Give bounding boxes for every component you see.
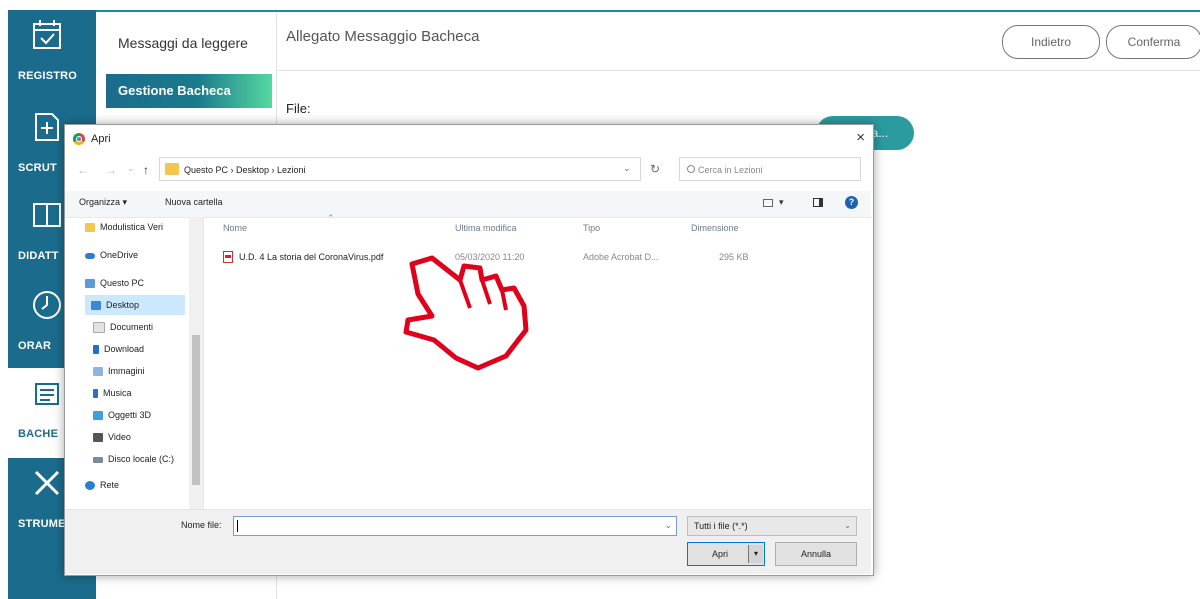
calendar-check-icon: [33, 20, 61, 49]
back-arrow-icon[interactable]: ←: [77, 163, 89, 177]
open-button[interactable]: Apri ▾: [687, 542, 765, 566]
video-icon: [93, 433, 103, 443]
help-icon[interactable]: ?: [845, 196, 858, 209]
organize-button[interactable]: Organizza ▾: [79, 197, 127, 208]
nav-item-onedrive[interactable]: OneDrive: [85, 245, 138, 265]
sidebar-label: BACHE: [18, 428, 59, 440]
file-size: 295 KB: [719, 252, 749, 262]
pointing-hand-icon: [403, 255, 529, 371]
submenu-item-messaggi[interactable]: Messaggi da leggere: [106, 26, 272, 60]
text-caret: [237, 520, 238, 532]
address-bar[interactable]: Questo PC › Desktop › Lezioni: [159, 157, 641, 181]
sidebar-label: ORAR: [18, 340, 52, 352]
network-icon: [85, 481, 95, 491]
column-header-name[interactable]: Nome: [223, 223, 247, 233]
tools-icon: [34, 470, 60, 496]
nav-scrollbar[interactable]: [189, 217, 203, 509]
file-name[interactable]: U.D. 4 La storia del CoronaVirus.pdf: [239, 249, 383, 265]
nav-item-video[interactable]: Video: [93, 427, 131, 447]
chevron-down-icon[interactable]: ⌄: [665, 521, 672, 530]
nav-item-desktop[interactable]: Desktop: [85, 295, 185, 315]
main-header: Allegato Messaggio Bacheca Indietro Conf…: [276, 12, 1200, 71]
filetype-select[interactable]: Tutti i file (*.*) ⌄: [687, 516, 857, 536]
up-arrow-icon[interactable]: ↑: [143, 163, 149, 177]
folder-icon: [85, 223, 95, 233]
back-button[interactable]: Indietro: [1002, 25, 1100, 59]
nav-item-documenti[interactable]: Documenti: [93, 317, 153, 337]
nav-item-rete[interactable]: Rete: [85, 475, 119, 495]
dialog-toolbar: Organizza ▾ Nuova cartella ▾ ?: [65, 191, 871, 218]
preview-pane-icon[interactable]: [813, 198, 823, 207]
cloud-icon: [85, 252, 95, 259]
sidebar-label: REGISTRO: [18, 70, 78, 82]
dialog-title: Apri: [91, 133, 111, 145]
images-icon: [93, 367, 103, 377]
column-header-type[interactable]: Tipo: [583, 223, 600, 233]
chevron-down-icon: ⌄: [844, 521, 851, 530]
file-type: Adobe Acrobat D...: [583, 252, 659, 262]
computer-icon: [85, 279, 95, 289]
search-input[interactable]: Cerca in Lezioni: [679, 157, 861, 181]
nav-item-disco-locale[interactable]: Disco locale (C:): [93, 449, 174, 469]
scrollbar-thumb[interactable]: [192, 335, 200, 485]
file-label: File:: [286, 101, 311, 116]
sidebar-label: DIDATT: [18, 250, 59, 262]
refresh-icon[interactable]: ↻: [650, 162, 660, 176]
folder-icon: [165, 163, 179, 175]
confirm-button[interactable]: Conferma: [1106, 25, 1200, 59]
cancel-button[interactable]: Annulla: [775, 542, 857, 566]
book-icon: [33, 203, 61, 227]
recent-dropdown-icon[interactable]: ⌄: [127, 163, 135, 174]
submenu-item-gestione-bacheca[interactable]: Gestione Bacheca: [106, 74, 272, 108]
sidebar-label: STRUME: [18, 518, 66, 530]
nav-item-oggetti-3d[interactable]: Oggetti 3D: [93, 405, 151, 425]
pdf-file-icon: [223, 251, 233, 263]
close-icon[interactable]: ×: [856, 129, 865, 146]
clock-icon: [33, 291, 61, 319]
nav-item-musica[interactable]: Musica: [93, 383, 132, 403]
cube-icon: [93, 411, 103, 421]
add-document-icon: [35, 113, 59, 141]
navigation-pane: Modulistica Veri OneDrive Questo PC Desk…: [65, 217, 204, 509]
documents-icon: [93, 322, 105, 334]
nav-item-immagini[interactable]: Immagini: [93, 361, 145, 381]
filename-label: Nome file:: [181, 520, 222, 530]
sort-indicator-icon: ⌃: [327, 213, 335, 223]
drive-icon: [93, 456, 103, 463]
chrome-icon: [73, 133, 85, 145]
desktop-icon: [91, 301, 101, 311]
dialog-footer: Nome file: ⌄ Tutti i file (*.*) ⌄ Apri ▾…: [65, 509, 871, 574]
search-icon: [687, 165, 695, 173]
column-header-size[interactable]: Dimensione: [691, 223, 739, 233]
nav-item-download[interactable]: Download: [93, 339, 144, 359]
forward-arrow-icon[interactable]: →: [105, 163, 117, 177]
new-folder-button[interactable]: Nuova cartella: [165, 197, 223, 207]
address-path: Questo PC › Desktop › Lezioni: [184, 165, 306, 175]
download-icon: [93, 345, 99, 355]
music-icon: [93, 389, 98, 399]
sidebar-label: SCRUT: [18, 162, 57, 174]
bulletin-board-icon: [35, 383, 59, 405]
open-options-dropdown[interactable]: ▾: [748, 545, 763, 563]
chevron-down-icon[interactable]: ⌄: [623, 163, 631, 174]
nav-item-questo-pc[interactable]: Questo PC: [85, 273, 144, 293]
chevron-down-icon[interactable]: ▾: [779, 197, 784, 208]
filename-input[interactable]: [233, 516, 677, 536]
column-header-modified[interactable]: Ultima modifica: [455, 223, 517, 233]
nav-item-modulistica[interactable]: Modulistica Veri: [85, 217, 163, 237]
view-options-icon[interactable]: [763, 199, 773, 207]
page-title: Allegato Messaggio Bacheca: [286, 28, 480, 45]
sidebar-item-registro[interactable]: REGISTRO: [8, 10, 96, 100]
